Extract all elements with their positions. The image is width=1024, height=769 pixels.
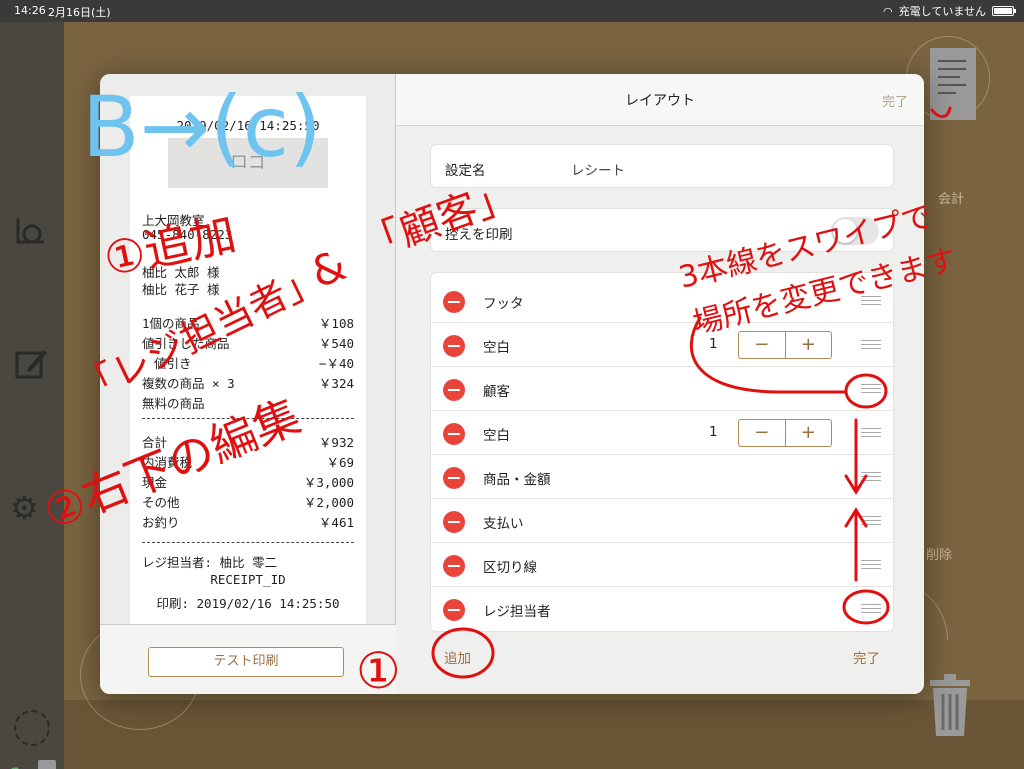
copy-print-row: 控えを印刷 xyxy=(430,208,894,252)
receipt-icon[interactable] xyxy=(930,48,976,120)
delete-icon[interactable] xyxy=(443,423,465,445)
background-sidebar: ⚙ ☁ xyxy=(0,22,64,769)
charging-status: 充電していません xyxy=(898,5,986,18)
blank-stepper[interactable]: − + xyxy=(738,331,832,359)
receipt-date: 2019/02/16 14:25:50 xyxy=(176,118,320,133)
delete-icon[interactable] xyxy=(443,291,465,313)
delete-icon[interactable] xyxy=(443,335,465,357)
gear-icon[interactable]: ⚙ xyxy=(10,492,39,524)
receipt-paper: 2019/02/16 14:25:50 ロゴ 上大岡教室 045-840-822… xyxy=(130,96,366,624)
list-item: フッタ xyxy=(431,279,895,323)
layout-modal: 2019/02/16 14:25:50 ロゴ 上大岡教室 045-840-822… xyxy=(100,74,924,694)
blank-stepper[interactable]: − + xyxy=(738,419,832,447)
staff-line: レジ担当者: 柚比 零二 xyxy=(142,555,278,570)
delete-icon[interactable] xyxy=(443,467,465,489)
test-print-button[interactable]: テスト印刷 xyxy=(148,647,344,677)
edit-icon[interactable] xyxy=(12,344,50,382)
layout-header: レイアウト 完了 xyxy=(396,74,924,126)
done-footer-button[interactable]: 完了 xyxy=(853,647,880,667)
customer-display-icon[interactable] xyxy=(12,212,50,250)
setting-name-field[interactable]: 設定名 レシート xyxy=(430,144,894,188)
drag-handle-icon[interactable] xyxy=(861,560,881,570)
minus-button[interactable]: − xyxy=(739,420,786,446)
copy-print-label: 控えを印刷 xyxy=(445,227,513,243)
receipt-separator xyxy=(142,418,354,419)
drag-handle-icon[interactable] xyxy=(861,516,881,526)
minus-button[interactable]: − xyxy=(739,332,786,358)
layout-items-list: フッタ 空白 1 − + 顧客 空白 1 − + 商品・金額 支払い 区切り線 … xyxy=(430,272,895,632)
blank-count: 1 xyxy=(709,424,718,440)
drag-handle-icon[interactable] xyxy=(861,428,881,438)
drag-handle-icon[interactable] xyxy=(861,384,881,394)
status-bar: 14:26 2月16日(土) ◠ 充電していません xyxy=(0,0,1024,22)
drag-handle-icon[interactable] xyxy=(861,472,881,482)
done-header-button[interactable]: 完了 xyxy=(882,91,908,110)
status-time: 14:26 xyxy=(14,4,46,17)
wifi-icon: ◠ xyxy=(883,4,893,18)
receipt-logo: ロゴ xyxy=(168,138,328,188)
delete-icon[interactable] xyxy=(443,599,465,621)
page-title: レイアウト xyxy=(625,93,695,109)
list-item: 支払い xyxy=(431,499,895,543)
printed-date: 印刷: 2019/02/16 14:25:50 xyxy=(156,596,340,611)
copy-print-toggle[interactable] xyxy=(831,217,879,245)
device-icon xyxy=(38,760,56,769)
list-item: 空白 1 − + xyxy=(431,411,895,455)
setting-name-value: レシート xyxy=(571,163,625,179)
customer-line: 柚比 花子 様 xyxy=(142,282,220,297)
delete-icon[interactable] xyxy=(443,511,465,533)
trash-icon[interactable] xyxy=(928,674,972,738)
plus-button[interactable]: + xyxy=(786,420,832,446)
receipt-id: RECEIPT_ID xyxy=(210,572,286,587)
list-item: 空白 1 − + xyxy=(431,323,895,367)
list-item: レジ担当者 xyxy=(431,587,895,631)
sales-label: 会計 xyxy=(938,192,965,207)
blank-count: 1 xyxy=(709,336,718,352)
store-phone: 045-840-8223 xyxy=(142,227,233,242)
drag-handle-icon[interactable] xyxy=(861,340,881,350)
background-floor xyxy=(64,700,1024,769)
drag-handle-icon[interactable] xyxy=(861,296,881,306)
list-item: 区切り線 xyxy=(431,543,895,587)
delete-icon[interactable] xyxy=(443,379,465,401)
dashed-circle-icon[interactable] xyxy=(14,710,50,746)
layout-footer: 追加 完了 xyxy=(396,634,924,694)
status-date: 2月16日(土) xyxy=(48,6,111,19)
cloud-check-icon: ☁ xyxy=(6,758,22,769)
delete-icon[interactable] xyxy=(443,555,465,577)
plus-button[interactable]: + xyxy=(786,332,832,358)
receipt-preview-pane: 2019/02/16 14:25:50 ロゴ 上大岡教室 045-840-822… xyxy=(100,74,396,694)
layout-settings-pane: レイアウト 完了 設定名 レシート 控えを印刷 フッタ 空白 1 − + 顧客 … xyxy=(396,74,924,694)
list-item: 商品・金額 xyxy=(431,455,895,499)
battery-icon xyxy=(992,6,1016,16)
list-item: 顧客 xyxy=(431,367,895,411)
receipt-separator xyxy=(142,542,354,543)
add-button[interactable]: 追加 xyxy=(444,647,471,667)
drag-handle-icon[interactable] xyxy=(861,604,881,614)
setting-name-label: 設定名 xyxy=(445,163,486,179)
delete-label: 削除 xyxy=(926,548,953,563)
preview-footer: テスト印刷 xyxy=(100,624,396,694)
